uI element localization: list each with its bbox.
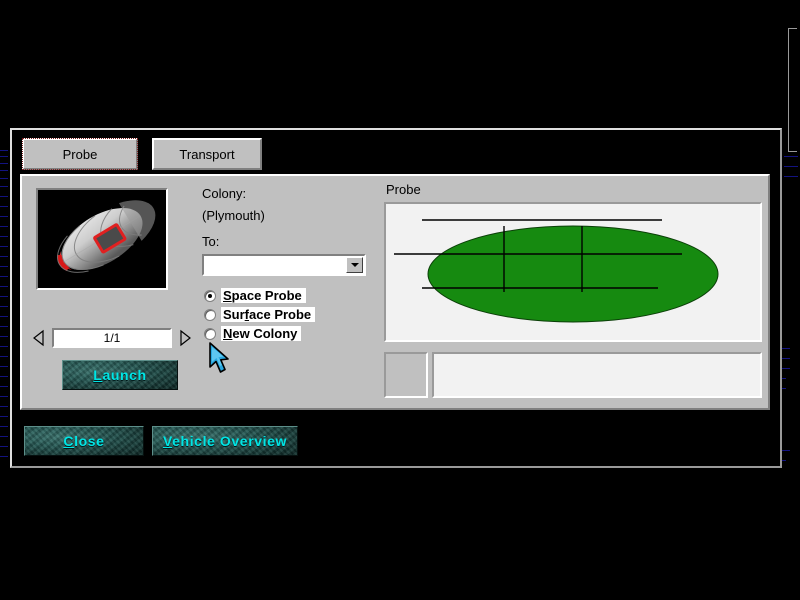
vehicle-overview-button[interactable]: Vehicle Overview	[152, 426, 298, 456]
background-scanline	[0, 276, 8, 277]
close-button[interactable]: Close	[24, 426, 144, 456]
background-scanline	[0, 170, 8, 171]
launch-button-label: Launch	[93, 367, 146, 383]
screen: Probe Transport	[0, 0, 800, 600]
vehicle-overview-button-label: Vehicle Overview	[163, 433, 287, 449]
background-scanline	[0, 406, 8, 407]
background-scanline	[0, 436, 8, 437]
triangle-left-icon	[32, 329, 46, 347]
radio-space-probe-label: Space Probe	[221, 288, 306, 303]
background-scanline	[0, 306, 8, 307]
background-scanline	[0, 163, 8, 164]
background-scanline	[0, 366, 8, 367]
probe-schematic-icon	[386, 204, 760, 340]
destination-combobox[interactable]	[202, 254, 366, 276]
background-scanline	[784, 156, 798, 157]
background-scanline	[0, 266, 8, 267]
probe-groupbox: Probe	[382, 182, 764, 406]
radio-surface-probe-label: Surface Probe	[221, 307, 315, 322]
background-scanline	[0, 256, 8, 257]
probe-groupbox-title: Probe	[386, 182, 421, 197]
right-edge-sliver	[788, 28, 797, 152]
background-scanline	[0, 456, 8, 457]
chevron-down-icon	[351, 263, 359, 267]
radio-new-colony-indicator	[204, 328, 216, 340]
triangle-right-icon	[178, 329, 192, 347]
background-scanline	[0, 236, 8, 237]
background-scanline	[0, 446, 8, 447]
background-scanline	[0, 386, 8, 387]
background-scanline	[0, 346, 8, 347]
launch-button[interactable]: Launch	[62, 360, 178, 390]
colony-value: (Plymouth)	[202, 208, 265, 223]
destination-label: To:	[202, 234, 219, 249]
probe-launch-dialog: Probe Transport	[10, 128, 782, 468]
vehicle-thumbnail[interactable]	[36, 188, 168, 290]
background-scanline	[0, 186, 8, 187]
background-scanline	[0, 196, 8, 197]
background-scanline	[784, 176, 798, 177]
probe-detail-text	[432, 352, 762, 398]
background-scanline	[0, 356, 8, 357]
close-button-label: Close	[63, 433, 104, 449]
radio-space-probe-indicator	[204, 290, 216, 302]
background-scanline	[0, 156, 8, 157]
tab-transport[interactable]: Transport	[152, 138, 262, 170]
space-capsule-icon	[38, 190, 166, 288]
background-scanline	[0, 206, 8, 207]
probe-content-panel: 1/1 Launch Colony: (Plymouth) To:	[20, 174, 770, 410]
background-scanline	[0, 416, 8, 417]
radio-new-colony[interactable]: New Colony	[204, 324, 344, 343]
tab-probe-label: Probe	[63, 147, 98, 162]
tab-transport-label: Transport	[179, 147, 234, 162]
background-scanline	[0, 226, 8, 227]
radio-surface-probe[interactable]: Surface Probe	[204, 305, 344, 324]
background-scanline	[0, 216, 8, 217]
background-scanline	[0, 426, 8, 427]
radio-space-probe[interactable]: Space Probe	[204, 286, 344, 305]
probe-detail-swatch[interactable]	[384, 352, 428, 398]
next-vehicle-button[interactable]	[178, 329, 192, 347]
background-scanline	[0, 336, 8, 337]
vehicle-pager: 1/1	[32, 328, 192, 350]
radio-surface-probe-indicator	[204, 309, 216, 321]
background-scanline	[784, 166, 798, 167]
background-scanline	[0, 396, 8, 397]
mission-type-radio-group: Space Probe Surface Probe New Colony	[204, 286, 344, 343]
background-scanline	[0, 376, 8, 377]
colony-label: Colony:	[202, 186, 246, 201]
destination-dropdown-button[interactable]	[346, 257, 363, 273]
previous-vehicle-button[interactable]	[32, 329, 46, 347]
background-scanline	[0, 326, 8, 327]
background-scanline	[0, 296, 8, 297]
probe-detail-footer	[384, 352, 762, 402]
background-scanline	[0, 150, 8, 151]
vehicle-index-field[interactable]: 1/1	[52, 328, 172, 348]
background-scanline	[0, 316, 8, 317]
background-scanline	[0, 286, 8, 287]
radio-new-colony-label: New Colony	[221, 326, 301, 341]
background-scanline	[0, 178, 8, 179]
tab-probe[interactable]: Probe	[22, 138, 138, 170]
background-scanline	[0, 246, 8, 247]
probe-schematic-view[interactable]	[384, 202, 762, 342]
